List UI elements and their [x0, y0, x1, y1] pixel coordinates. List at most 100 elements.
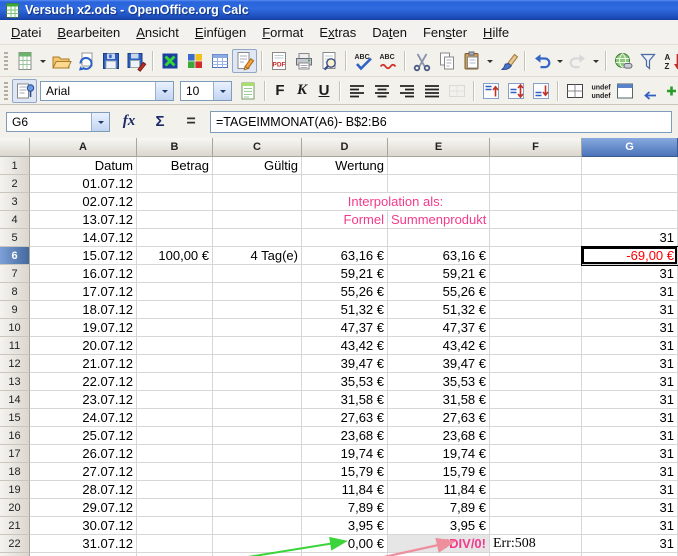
cell-E7[interactable]: 59,21 €: [388, 265, 490, 283]
formula-input[interactable]: =TAGEIMMONAT(A6)- B$2:B6: [210, 111, 672, 133]
menu-hilfe[interactable]: Hilfe: [475, 22, 517, 43]
row-header-16[interactable]: 16: [0, 427, 30, 445]
column-header-G[interactable]: G: [582, 138, 678, 157]
new-document-dropdown-icon[interactable]: [37, 49, 48, 73]
row-header-6[interactable]: 6: [0, 247, 30, 265]
cell-G22[interactable]: 31: [582, 535, 678, 553]
reload-button[interactable]: [73, 49, 98, 73]
cell-F14[interactable]: [490, 391, 582, 409]
cell-D3-merged[interactable]: Interpolation als:: [302, 193, 490, 211]
row-header-7[interactable]: 7: [0, 265, 30, 283]
row-header-21[interactable]: 21: [0, 517, 30, 535]
cell-G19[interactable]: 31: [582, 481, 678, 499]
cell-F13[interactable]: [490, 373, 582, 391]
cell-C6[interactable]: 4 Tag(e): [213, 247, 302, 265]
undo-dropdown-icon[interactable]: [554, 49, 565, 73]
cell-G15[interactable]: 31: [582, 409, 678, 427]
sort-ascending-button[interactable]: AZ: [660, 49, 678, 73]
paste-dropdown-icon[interactable]: [484, 49, 495, 73]
cell-G1[interactable]: [582, 157, 678, 175]
row-header-3[interactable]: 3: [0, 193, 30, 211]
wrap-text-button[interactable]: undefinedundefined: [587, 79, 612, 103]
save-button[interactable]: [98, 49, 123, 73]
styles-formatting-button[interactable]: [12, 79, 37, 103]
cell-B11[interactable]: [137, 337, 213, 355]
cell-G13[interactable]: 31: [582, 373, 678, 391]
cell-D16[interactable]: 23,68 €: [302, 427, 388, 445]
column-header-F[interactable]: F: [490, 138, 582, 157]
cell-C12[interactable]: [213, 355, 302, 373]
cell-F2[interactable]: [490, 175, 582, 193]
cell-A9[interactable]: 18.07.12: [30, 301, 137, 319]
menu-ansicht[interactable]: Ansicht: [128, 22, 187, 43]
cell-A21[interactable]: 30.07.12: [30, 517, 137, 535]
cell-A10[interactable]: 19.07.12: [30, 319, 137, 337]
cell-G8[interactable]: 31: [582, 283, 678, 301]
cell-B12[interactable]: [137, 355, 213, 373]
cell-B22[interactable]: [137, 535, 213, 553]
column-header-C[interactable]: C: [213, 138, 302, 157]
cell-F17[interactable]: [490, 445, 582, 463]
menu-fenster[interactable]: Fenster: [415, 22, 475, 43]
cell-B17[interactable]: [137, 445, 213, 463]
cell-A8[interactable]: 17.07.12: [30, 283, 137, 301]
cell-B7[interactable]: [137, 265, 213, 283]
row-header-12[interactable]: 12: [0, 355, 30, 373]
cell-D7[interactable]: 59,21 €: [302, 265, 388, 283]
column-header-B[interactable]: B: [137, 138, 213, 157]
cell-E20[interactable]: 7,89 €: [388, 499, 490, 517]
cell-B21[interactable]: [137, 517, 213, 535]
calc-document-button[interactable]: [157, 49, 182, 73]
cell-B2[interactable]: [137, 175, 213, 193]
menu-extras[interactable]: Extras: [311, 22, 364, 43]
cell-A19[interactable]: 28.07.12: [30, 481, 137, 499]
name-box[interactable]: G6: [6, 112, 110, 132]
open-button[interactable]: [48, 49, 73, 73]
cell-D18[interactable]: 15,79 €: [302, 463, 388, 481]
cell-D9[interactable]: 51,32 €: [302, 301, 388, 319]
cell-B9[interactable]: [137, 301, 213, 319]
cell-B1[interactable]: Betrag: [137, 157, 213, 175]
menu-daten[interactable]: Daten: [364, 22, 415, 43]
cell-C9[interactable]: [213, 301, 302, 319]
cell-F10[interactable]: [490, 319, 582, 337]
cell-F22[interactable]: Err:508: [490, 535, 582, 553]
cell-E18[interactable]: 15,79 €: [388, 463, 490, 481]
cell-A15[interactable]: 24.07.12: [30, 409, 137, 427]
cell-C10[interactable]: [213, 319, 302, 337]
cell-F5[interactable]: [490, 229, 582, 247]
cell-C19[interactable]: [213, 481, 302, 499]
hyperlink-button[interactable]: [610, 49, 635, 73]
bold-button[interactable]: F: [269, 80, 291, 102]
cell-G18[interactable]: 31: [582, 463, 678, 481]
cell-C16[interactable]: [213, 427, 302, 445]
menu-bearbeiten[interactable]: Bearbeiten: [49, 22, 128, 43]
cell-E8[interactable]: 55,26 €: [388, 283, 490, 301]
row-header-14[interactable]: 14: [0, 391, 30, 409]
cell-G21[interactable]: 31: [582, 517, 678, 535]
cell-F18[interactable]: [490, 463, 582, 481]
new-document-button[interactable]: [12, 49, 37, 73]
cell-F11[interactable]: [490, 337, 582, 355]
cell-B14[interactable]: [137, 391, 213, 409]
cell-G9[interactable]: 31: [582, 301, 678, 319]
date-format-button[interactable]: [612, 79, 637, 103]
character-dialog-button[interactable]: [235, 79, 260, 103]
spellcheck-button[interactable]: ABC: [350, 49, 375, 73]
column-header-D[interactable]: D: [302, 138, 388, 157]
cell-A22[interactable]: 31.07.12: [30, 535, 137, 553]
column-header-A[interactable]: A: [30, 138, 137, 157]
row-header-18[interactable]: 18: [0, 463, 30, 481]
cell-F8[interactable]: [490, 283, 582, 301]
cell-G20[interactable]: 31: [582, 499, 678, 517]
cell-E21[interactable]: 3,95 €: [388, 517, 490, 535]
merge-cells-button[interactable]: [444, 79, 469, 103]
center-vertical-button[interactable]: [503, 79, 528, 103]
cell-A18[interactable]: 27.07.12: [30, 463, 137, 481]
select-all-corner[interactable]: [0, 138, 30, 157]
align-center-button[interactable]: [369, 79, 394, 103]
cell-B18[interactable]: [137, 463, 213, 481]
combo-dropdown-icon[interactable]: [155, 82, 173, 100]
cell-D22[interactable]: 0,00 €: [302, 535, 388, 553]
currency-format-button[interactable]: [637, 79, 662, 103]
